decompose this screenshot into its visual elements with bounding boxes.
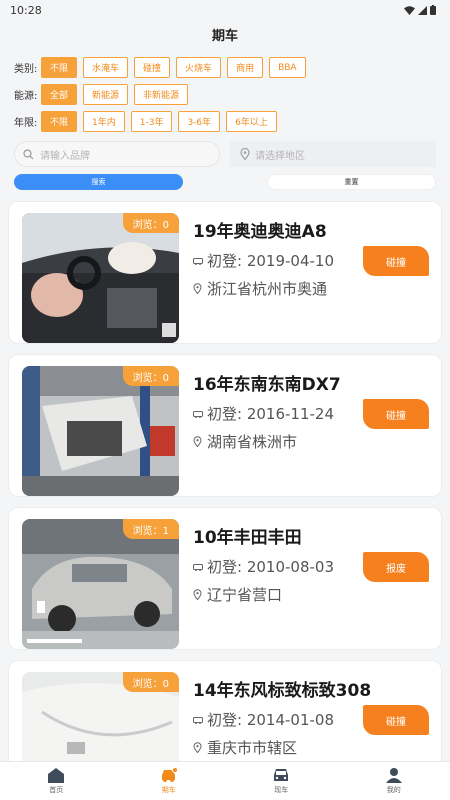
- chip-category-flooded[interactable]: 水淹车: [83, 57, 129, 78]
- car-registration: 初登: 2014-01-08: [193, 709, 334, 730]
- car-location: 湖南省株洲市: [193, 431, 297, 452]
- car-registration: 初登: 2016-11-24: [193, 403, 334, 424]
- tab-xianche[interactable]: 现车: [225, 762, 338, 800]
- car-photo: 浏览：0: [22, 213, 179, 343]
- status-time: 10:28: [10, 3, 42, 17]
- tab-home-label: 首页: [49, 785, 64, 794]
- tab-mine[interactable]: 我的: [338, 762, 450, 800]
- tab-xianche-label: 现车: [274, 785, 289, 794]
- registration-date: 初登: 2016-11-24: [207, 405, 334, 423]
- chip-age-3-6y[interactable]: 3-6年: [178, 111, 221, 132]
- view-count-badge: 浏览：1: [122, 519, 179, 539]
- tab-qiche-label: 期车: [161, 785, 176, 794]
- region-select[interactable]: 请选择地区: [230, 141, 436, 167]
- filter-row-category: 类别: 不限 水淹车 碰撞 火烧车 商用 BBA: [14, 54, 450, 81]
- chip-category-bba[interactable]: BBA: [269, 57, 306, 78]
- brand-search-input[interactable]: 请输入品牌: [14, 141, 220, 167]
- location-pin-icon: [193, 742, 205, 753]
- page-title: 期车: [211, 28, 238, 44]
- location-text: 湖南省株洲市: [207, 433, 298, 451]
- car-registration: 初登: 2010-08-03: [193, 556, 334, 577]
- filter-label-energy: 能源:: [14, 91, 38, 102]
- wifi-icon: [404, 5, 415, 15]
- car-location: 浙江省杭州市奥通: [193, 278, 327, 299]
- person-icon: [385, 767, 402, 783]
- home-icon: [48, 767, 65, 783]
- car-front-icon: [274, 768, 289, 781]
- status-bar: 10:28: [0, 0, 450, 20]
- damage-tag: 报废: [363, 552, 429, 582]
- signal-icon: [418, 5, 427, 15]
- search-icon: [23, 148, 34, 159]
- car-photo: 浏览：0: [22, 366, 179, 496]
- car-title: 10年丰田丰田: [193, 528, 302, 548]
- car-small-icon: [193, 563, 205, 571]
- location-pin-icon: [240, 148, 250, 160]
- region-placeholder: 请选择地区: [255, 150, 305, 162]
- chip-energy-non-new[interactable]: 非新能源: [134, 84, 189, 105]
- bottom-tab-bar: 首页 期车 现车 我的: [0, 761, 450, 800]
- brand-search-placeholder: 请输入品牌: [40, 150, 90, 162]
- chip-category-commercial[interactable]: 商用: [227, 57, 264, 78]
- chip-category-fire[interactable]: 火烧车: [176, 57, 222, 78]
- filter-row-age: 年限: 不限 1年内 1-3年 3-6年 6年以上: [14, 108, 450, 135]
- search-row: 请输入品牌 请选择地区: [0, 135, 450, 167]
- car-title: 14年东风标致标致308: [193, 681, 372, 701]
- chip-age-1-3y[interactable]: 1-3年: [130, 111, 173, 132]
- car-card[interactable]: 浏览：0 14年东风标致标致308 初登: 2014-01-08 重庆市市辖区 …: [8, 660, 442, 761]
- location-text: 浙江省杭州市奥通: [207, 280, 328, 298]
- registration-date: 初登: 2010-08-03: [207, 558, 334, 576]
- chip-energy-new[interactable]: 新能源: [83, 84, 129, 105]
- status-icons: [404, 5, 436, 15]
- action-row: 搜索 重置: [0, 167, 450, 190]
- battery-icon: [430, 5, 436, 15]
- damage-tag: 碰撞: [363, 399, 429, 429]
- location-pin-icon: [193, 283, 205, 294]
- chip-age-all[interactable]: 不限: [41, 111, 78, 132]
- registration-date: 初登: 2014-01-08: [207, 711, 334, 729]
- filter-row-energy: 能源: 全部 新能源 非新能源: [14, 81, 450, 108]
- car-photo: 浏览：1: [22, 519, 179, 649]
- location-text: 重庆市市辖区: [207, 739, 298, 757]
- filter-label-age: 年限:: [14, 118, 38, 129]
- chip-category-all[interactable]: 不限: [41, 57, 78, 78]
- filter-label-category: 类别:: [14, 64, 38, 75]
- car-card[interactable]: 浏览：1 10年丰田丰田 初登: 2010-08-03 辽宁省营口 报废: [8, 507, 442, 650]
- view-count-badge: 浏览：0: [122, 213, 179, 233]
- car-small-icon: [193, 257, 205, 265]
- chip-energy-all[interactable]: 全部: [41, 84, 78, 105]
- car-list: 浏览：0 19年奥迪奥迪A8 初登: 2019-04-10 浙江省杭州市奥通 碰…: [0, 199, 450, 761]
- view-count-badge: 浏览：0: [122, 366, 179, 386]
- car-card[interactable]: 浏览：0 16年东南东南DX7 初登: 2016-11-24 湖南省株洲市 碰撞: [8, 354, 442, 497]
- damage-tag: 碰撞: [363, 705, 429, 735]
- car-badge-icon: [161, 767, 178, 782]
- tab-mine-label: 我的: [386, 785, 401, 794]
- car-card[interactable]: 浏览：0 19年奥迪奥迪A8 初登: 2019-04-10 浙江省杭州市奥通 碰…: [8, 201, 442, 344]
- search-button[interactable]: 搜索: [14, 174, 183, 190]
- car-title: 16年东南东南DX7: [193, 375, 341, 395]
- location-pin-icon: [193, 436, 205, 447]
- chip-age-1y[interactable]: 1年内: [83, 111, 125, 132]
- chip-category-collision[interactable]: 碰撞: [134, 57, 171, 78]
- tab-home[interactable]: 首页: [0, 762, 113, 800]
- car-small-icon: [193, 410, 205, 418]
- car-registration: 初登: 2019-04-10: [193, 250, 334, 271]
- location-text: 辽宁省营口: [207, 586, 283, 604]
- location-pin-icon: [193, 589, 205, 600]
- tab-qiche[interactable]: 期车: [113, 762, 226, 800]
- page-title-bar: 期车: [0, 20, 450, 48]
- view-count-badge: 浏览：0: [122, 672, 179, 692]
- car-small-icon: [193, 716, 205, 724]
- car-photo: 浏览：0: [22, 672, 179, 761]
- car-title: 19年奥迪奥迪A8: [193, 222, 327, 242]
- chip-age-6y-plus[interactable]: 6年以上: [226, 111, 277, 132]
- car-location: 辽宁省营口: [193, 584, 282, 605]
- filter-panel: 类别: 不限 水淹车 碰撞 火烧车 商用 BBA 能源: 全部 新能源 非新能源…: [0, 48, 450, 135]
- damage-tag: 碰撞: [363, 246, 429, 276]
- reset-button[interactable]: 重置: [267, 174, 436, 190]
- registration-date: 初登: 2019-04-10: [207, 252, 334, 270]
- car-location: 重庆市市辖区: [193, 737, 297, 758]
